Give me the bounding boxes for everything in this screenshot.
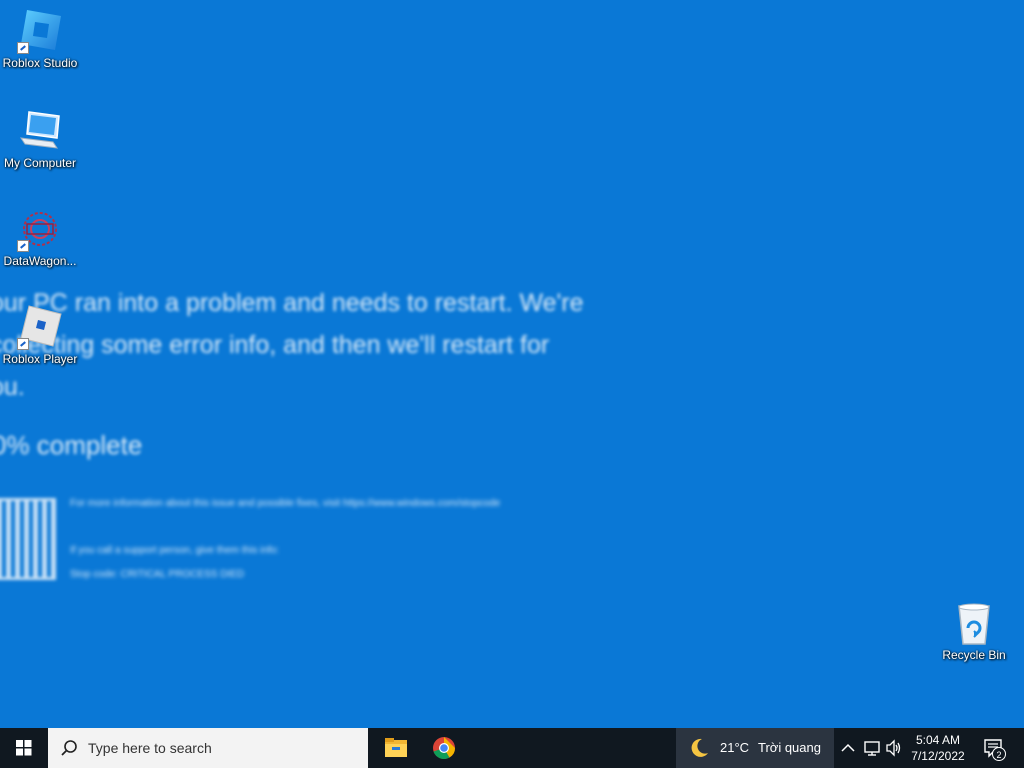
weather-widget[interactable]: 21°C Trời quang	[676, 728, 834, 768]
roblox-studio-icon	[17, 8, 63, 54]
bsod-info-line: For more information about this issue an…	[70, 498, 501, 509]
search-icon	[61, 740, 77, 756]
desktop-icon-label: Roblox Studio	[2, 56, 78, 70]
taskbar: Type here to search 21°C Trời quang 5:04…	[0, 728, 1024, 768]
desktop-icon-label: Recycle Bin	[942, 648, 1006, 662]
desktop-icon-label: DataWagon...	[3, 254, 77, 268]
weather-temperature: 21°C	[720, 740, 750, 755]
bsod-stop-code: Stop code: CRITICAL PROCESS DIED	[70, 569, 245, 580]
desktop-icon-recycle-bin[interactable]: Recycle Bin	[934, 600, 1014, 662]
clock-time: 5:04 AM	[915, 733, 961, 747]
start-button[interactable]	[0, 728, 48, 768]
show-hidden-icons-button[interactable]	[836, 736, 860, 760]
chrome-icon	[433, 737, 455, 760]
shortcut-arrow-icon	[17, 42, 29, 54]
recycle-bin-icon	[951, 600, 997, 646]
search-placeholder: Type here to search	[88, 740, 212, 756]
clock-date: 7/12/2022	[911, 749, 965, 763]
notification-center-button[interactable]: 2	[974, 728, 1014, 768]
computer-icon	[17, 108, 63, 154]
bsod-wallpaper: our PC ran into a problem and needs to r…	[0, 0, 1024, 728]
search-box[interactable]: Type here to search	[48, 728, 368, 768]
desktop-icon-my-computer[interactable]: My Computer	[0, 108, 80, 170]
bsod-support-line: If you call a support person, give them …	[70, 545, 279, 556]
system-clock[interactable]: 5:04 AM 7/12/2022	[906, 732, 970, 764]
windows-logo-icon	[16, 740, 32, 756]
datawagon-icon	[17, 206, 63, 252]
network-button[interactable]	[860, 736, 884, 760]
shortcut-arrow-icon	[17, 240, 29, 252]
network-icon	[864, 741, 880, 756]
desktop-icon-label: My Computer	[3, 156, 77, 170]
desktop-icon-roblox-studio[interactable]: Roblox Studio	[0, 8, 80, 70]
bsod-message: our PC ran into a problem and needs to r…	[0, 289, 584, 401]
desktop-icon-roblox-player[interactable]: Roblox Player	[0, 304, 80, 366]
shortcut-arrow-icon	[17, 338, 29, 350]
desktop-icon-label: Roblox Player	[2, 352, 78, 366]
roblox-player-icon	[17, 304, 63, 350]
weather-condition: Trời quang	[758, 740, 821, 755]
desktop-icon-datawagon[interactable]: DataWagon...	[0, 206, 80, 268]
taskbar-file-explorer[interactable]	[372, 728, 420, 768]
folder-icon	[385, 738, 407, 757]
bsod-progress: 0% complete	[0, 430, 143, 460]
qr-code-icon	[0, 498, 56, 580]
taskbar-chrome[interactable]	[420, 728, 468, 768]
volume-button[interactable]	[882, 736, 906, 760]
speaker-icon	[886, 739, 901, 757]
notification-count-badge: 2	[992, 747, 1006, 761]
moon-icon	[691, 738, 708, 757]
chevron-up-icon	[841, 743, 855, 752]
desktop[interactable]: our PC ran into a problem and needs to r…	[0, 0, 1024, 728]
